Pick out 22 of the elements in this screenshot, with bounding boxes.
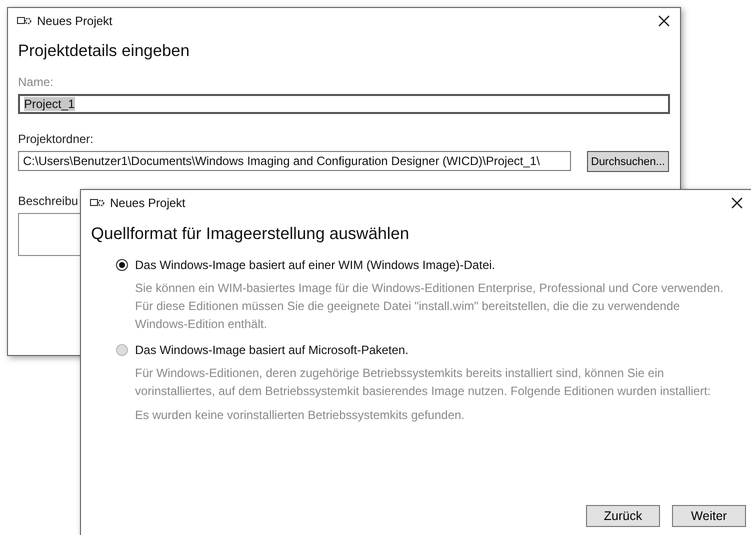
- dialog-heading: Projektdetails eingeben: [18, 42, 191, 61]
- next-button[interactable]: Weiter: [672, 505, 746, 527]
- option-label: Das Windows-Image basiert auf einer WIM (Windows Image)-Datei.: [135, 258, 496, 272]
- folder-field[interactable]: C:\Users\Benutzer1\Documents\Windows Imaging and Configuration Designer (WICD)\Project_1\: [18, 151, 571, 171]
- window-title: Neues Projekt: [110, 196, 186, 210]
- description-label: Beschreibu: [18, 194, 78, 208]
- option-label: Das Windows-Image basiert auf Microsoft-Paketen.: [135, 343, 408, 357]
- window-title: Neues Projekt: [37, 14, 112, 28]
- radio-button[interactable]: [116, 259, 128, 271]
- back-button[interactable]: Zurück: [586, 505, 660, 527]
- folder-label: Projektordner:: [18, 132, 94, 146]
- close-icon: [658, 15, 670, 27]
- browse-button[interactable]: Durchsuchen...: [587, 151, 669, 172]
- window-icon: [90, 198, 105, 208]
- close-icon: [731, 197, 743, 209]
- window-icon: [17, 16, 32, 26]
- option-description: Es wurden keine vorinstallierten Betriebssystemkits gefunden.: [135, 407, 466, 424]
- name-label: Name:: [18, 75, 54, 89]
- option-description: Für Windows-Editionen, deren zugehörige Betriebssystemkits bereits installiert sind, können Sie ein vorinstalliertes, auf dem Betriebssystemkit basierendes Image nutzen. Folgende Editionen wurden installiert:: [135, 365, 712, 400]
- option-description: Sie können ein WIM-basiertes Image für die Windows-Editionen Enterprise, Professional und Core verwenden. Für diese Editionen müssen Sie die geeignete Datei "install.wim" bereitstellen, die die zu verwendende Windows-Edition enthält.: [135, 280, 724, 333]
- name-field[interactable]: Project_1: [18, 94, 670, 114]
- dialog-heading: Quellformat für Imageerstellung auswählen: [91, 224, 410, 244]
